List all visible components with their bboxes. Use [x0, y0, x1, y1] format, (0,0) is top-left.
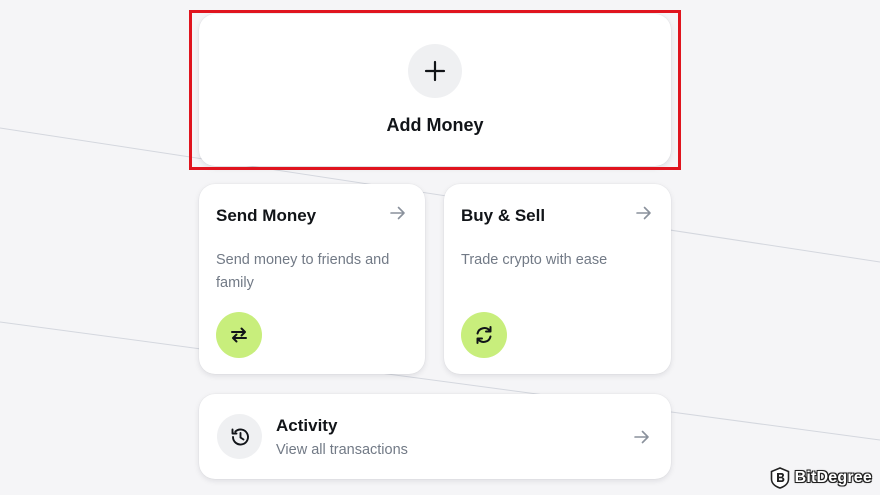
plus-icon — [408, 44, 462, 98]
buy-sell-card[interactable]: Buy & Sell Trade crypto with ease — [444, 184, 671, 374]
bitdegree-watermark: BitDegree — [770, 467, 872, 489]
arrow-right-icon — [636, 206, 651, 220]
activity-title: Activity — [276, 416, 338, 435]
add-money-label: Add Money — [386, 115, 484, 135]
arrow-right-icon — [390, 206, 405, 220]
watermark-text: BitDegree — [794, 469, 872, 486]
send-money-title: Send Money — [216, 206, 317, 225]
swap-arrows-icon — [216, 312, 262, 358]
refresh-icon — [461, 312, 507, 358]
add-money-card[interactable]: Add Money — [199, 14, 671, 166]
activity-card[interactable]: Activity View all transactions — [199, 394, 671, 479]
history-icon — [217, 414, 262, 459]
buy-sell-title: Buy & Sell — [461, 206, 546, 225]
send-money-card[interactable]: Send Money Send money to friends and fam… — [199, 184, 425, 374]
activity-subtitle: View all transactions — [276, 442, 408, 458]
bitdegree-logo-icon — [770, 467, 789, 489]
arrow-right-icon — [634, 430, 649, 444]
send-money-description: Send money to friends and family — [216, 252, 390, 291]
buy-sell-description: Trade crypto with ease — [461, 252, 608, 268]
